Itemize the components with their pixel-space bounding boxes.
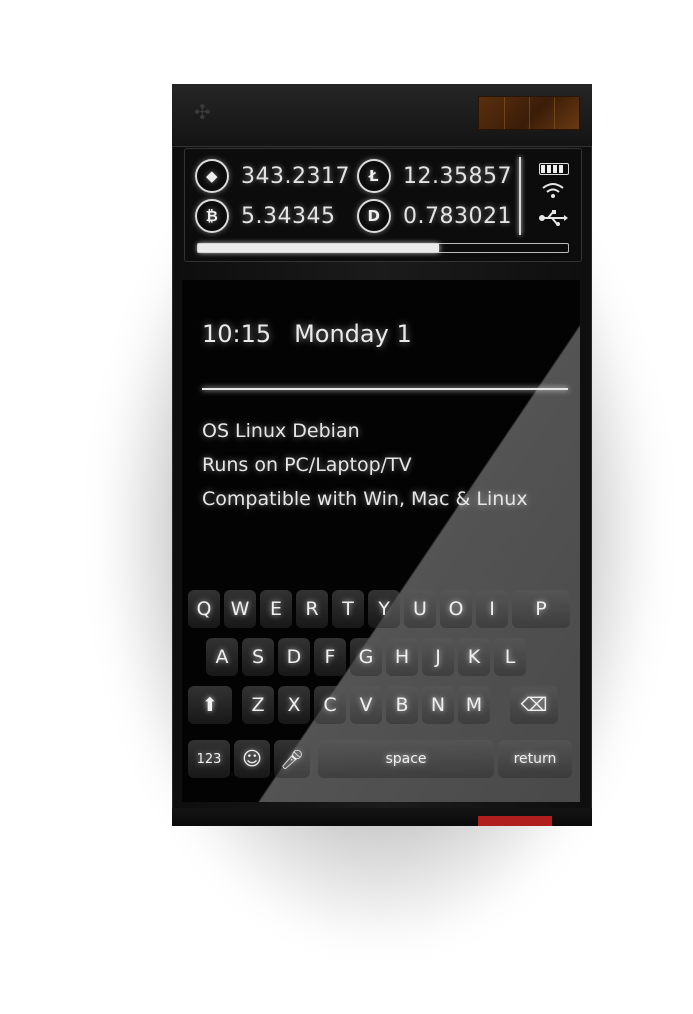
key-i[interactable]: I [476,590,508,628]
key-c[interactable]: C [314,686,346,724]
key-n[interactable]: N [422,686,454,724]
info-line-compat: Compatible with Win, Mac & Linux [202,488,528,510]
key-q[interactable]: Q [188,590,220,628]
progress-fill [198,244,439,252]
btc-price: ₿ 5.34345 [195,199,335,233]
dash-icon: D [357,199,391,233]
key-w[interactable]: W [224,590,256,628]
btc-value: 5.34345 [241,203,336,229]
emoji-icon: ☺ [242,748,262,770]
info-line-runs: Runs on PC/Laptop/TV [202,454,412,476]
sync-progress-bar [197,243,569,253]
usb-icon [533,209,573,231]
emoji-key[interactable]: ☺ [234,740,270,778]
bitcoin-icon: ₿ [195,199,229,233]
key-l[interactable]: L [494,638,526,676]
status-divider [519,157,521,235]
key-y[interactable]: Y [368,590,400,628]
clock-date: 10:15 Monday 1 [202,320,412,348]
key-o[interactable]: O [440,590,472,628]
ltc-value: 12.35857 [403,163,512,189]
eth-price: ◆ 343.2317 [195,159,350,193]
key-v[interactable]: V [350,686,382,724]
backspace-icon: ⌫ [520,694,548,716]
key-e[interactable]: E [260,590,292,628]
key-r[interactable]: R [296,590,328,628]
key-k[interactable]: K [458,638,490,676]
crypto-ticker-panel: ◆ 343.2317 Ł 12.35857 ₿ 5.34345 D 0.7830… [184,148,582,262]
key-d[interactable]: D [278,638,310,676]
main-screen: 10:15 Monday 1 OS Linux Debian Runs on P… [182,280,580,802]
date-label: Monday 1 [294,320,412,348]
return-key[interactable]: return [498,740,572,778]
numbers-key[interactable]: 123 [188,740,230,778]
screen-divider [202,388,568,390]
key-x[interactable]: X [278,686,310,724]
shift-key[interactable]: ⬆ [188,686,232,724]
key-m[interactable]: M [458,686,490,724]
key-h[interactable]: H [386,638,418,676]
microphone-icon: 🎤︎ [279,748,305,771]
top-cap: ✣ [172,84,592,147]
key-u[interactable]: U [404,590,436,628]
shift-icon: ⬆ [202,694,218,716]
key-t[interactable]: T [332,590,364,628]
key-p[interactable]: P [512,590,570,628]
key-b[interactable]: B [386,686,418,724]
dash-value: 0.783021 [403,203,512,229]
ltc-price: Ł 12.35857 [357,159,512,193]
key-s[interactable]: S [242,638,274,676]
ethereum-icon: ◆ [195,159,229,193]
key-f[interactable]: F [314,638,346,676]
wifi-icon [533,181,573,205]
key-z[interactable]: Z [242,686,274,724]
battery-icon [533,161,573,175]
mic-key[interactable]: 🎤︎ [274,740,310,778]
power-indicator [478,816,552,826]
info-line-os: OS Linux Debian [202,420,360,442]
keyboard: Q W E R T Y U O I P A S D F G H J K L ⬆ … [182,580,580,802]
logo-icon: ✣ [194,100,211,124]
space-key[interactable]: space [318,740,494,778]
clock-time: 10:15 [202,320,272,348]
litecoin-icon: Ł [357,159,391,193]
key-a[interactable]: A [206,638,238,676]
key-g[interactable]: G [350,638,382,676]
device-body: ✣ ◆ 343.2317 Ł 12.35857 ₿ 5.34345 D 0.78… [172,84,592,826]
eth-value: 343.2317 [241,163,350,189]
solar-panel [478,96,580,130]
backspace-key[interactable]: ⌫ [510,686,558,724]
key-j[interactable]: J [422,638,454,676]
dash-price: D 0.783021 [357,199,512,233]
